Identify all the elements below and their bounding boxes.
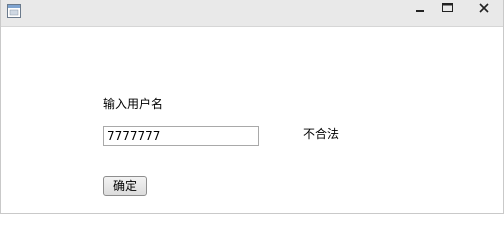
validation-message: 不合法: [303, 127, 340, 141]
client-area: 输入用户名 不合法 确定: [1, 27, 503, 213]
username-input[interactable]: [103, 126, 259, 146]
confirm-button[interactable]: 确定: [103, 176, 147, 196]
title-bar[interactable]: [1, 0, 503, 27]
maximize-icon[interactable]: [433, 0, 461, 18]
app-window-icon: [7, 4, 21, 18]
close-icon[interactable]: [463, 0, 504, 18]
minimize-icon[interactable]: [406, 0, 434, 18]
username-label: 输入用户名: [103, 97, 164, 111]
app-window: 输入用户名 不合法 确定: [0, 0, 504, 214]
